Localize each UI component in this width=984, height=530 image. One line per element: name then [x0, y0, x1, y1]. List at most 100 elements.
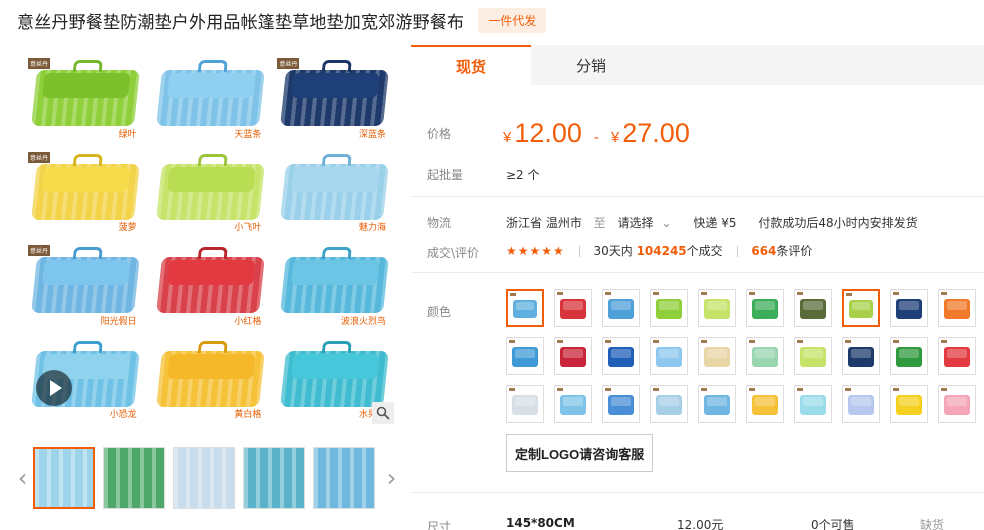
color-swatch[interactable] [554, 337, 592, 375]
color-swatch[interactable] [794, 289, 832, 327]
size-label: 尺寸 [427, 520, 452, 530]
thumbnail[interactable] [103, 447, 165, 509]
color-swatch[interactable] [842, 289, 880, 327]
dropship-badge[interactable]: 一件代发 [478, 7, 547, 33]
price-dash: - [593, 129, 599, 146]
variant-caption: 魅力海 [358, 223, 386, 233]
color-swatch[interactable] [650, 289, 688, 327]
color-swatch[interactable] [938, 289, 976, 327]
color-swatch[interactable] [746, 289, 784, 327]
mat-flap [42, 73, 132, 99]
tab-in-stock[interactable]: 现货 [411, 45, 531, 85]
mat-flap [166, 73, 256, 99]
color-swatch[interactable] [938, 385, 976, 423]
color-swatch[interactable] [506, 337, 544, 375]
mat-handle [197, 60, 228, 72]
swatch-mat-image [800, 347, 826, 367]
color-swatch[interactable] [842, 337, 880, 375]
color-swatch[interactable] [602, 289, 640, 327]
destination-select[interactable]: 请选择 ⌄ [618, 216, 672, 230]
variant-caption: 黄白格 [234, 410, 262, 420]
swatch-mat-image [512, 347, 538, 367]
offer-tabs: 现货 分销 [411, 45, 984, 85]
variant-collage-cell: 黄白格 [151, 337, 270, 425]
variant-caption: 小飞叶 [234, 223, 262, 233]
section-divider [411, 272, 984, 273]
swatch-mat-image [944, 347, 970, 367]
color-swatch[interactable] [698, 385, 736, 423]
color-swatch[interactable] [890, 385, 928, 423]
variant-collage: 意丝丹 绿叶 天蓝条 意丝丹 深蓝条 意丝丹 菠萝 小飞叶 魅力海 意丝丹 阳光假日 小红格 波浪火烈鸟… [22, 52, 398, 428]
mat-handle [72, 247, 103, 259]
color-swatch[interactable] [602, 337, 640, 375]
swatch-brand-tag [845, 388, 851, 391]
color-swatch[interactable] [746, 337, 784, 375]
swatch-brand-tag [509, 340, 515, 343]
star-rating-icon: ★★★★★ [506, 244, 565, 258]
swatch-mat-image [656, 347, 682, 367]
play-video-icon[interactable] [36, 370, 72, 406]
moq-label: 起批量 [427, 168, 464, 182]
review-count[interactable]: 664 [751, 244, 776, 258]
review-info: ★★★★★ 30天内 104245个成交 664条评价 [506, 242, 812, 259]
picnic-mat-image [31, 60, 140, 126]
swatch-mat-image [849, 300, 873, 318]
mat-flap [166, 260, 256, 286]
thumbnail[interactable] [173, 447, 235, 509]
custom-logo-button[interactable]: 定制LOGO请咨询客服 [506, 434, 654, 472]
mat-flap [42, 260, 132, 286]
color-swatch[interactable] [506, 385, 544, 423]
color-swatch[interactable] [506, 289, 544, 327]
swatch-mat-image [752, 395, 778, 415]
thumbnail[interactable] [33, 447, 95, 509]
color-swatch[interactable] [554, 385, 592, 423]
color-swatch[interactable] [602, 385, 640, 423]
swatch-brand-tag [893, 340, 899, 343]
variant-caption: 深蓝条 [358, 129, 386, 140]
price-low: 12.00 [514, 118, 582, 148]
thumbs-next-arrow-icon[interactable]: › [383, 464, 400, 492]
thumbnail-image [104, 448, 164, 508]
deal-count[interactable]: 104245 [637, 244, 687, 258]
color-swatch[interactable] [794, 385, 832, 423]
main-product-image[interactable]: 意丝丹 绿叶 天蓝条 意丝丹 深蓝条 意丝丹 菠萝 小飞叶 魅力海 意丝丹 阳光假日 小红格 波浪火烈鸟… [22, 52, 398, 428]
color-swatch[interactable] [698, 289, 736, 327]
thumbnail[interactable] [313, 447, 375, 509]
swatch-mat-image [752, 299, 778, 319]
color-swatch[interactable] [794, 337, 832, 375]
swatch-mat-image [608, 395, 634, 415]
swatch-mat-image [896, 347, 922, 367]
review-suffix: 条评价 [776, 244, 813, 258]
magnifier-icon[interactable] [372, 402, 394, 424]
color-swatch[interactable] [698, 337, 736, 375]
color-swatch[interactable] [890, 289, 928, 327]
swatch-mat-image [608, 347, 634, 367]
thumbs-prev-arrow-icon[interactable]: ‹ [14, 464, 31, 492]
color-swatch[interactable] [842, 385, 880, 423]
thumbnail[interactable] [243, 447, 305, 509]
size-price: 12.00元 [677, 518, 724, 530]
variant-collage-cell: 天蓝条 [151, 56, 270, 144]
color-swatch[interactable] [746, 385, 784, 423]
mat-flap [42, 166, 132, 192]
swatch-brand-tag [557, 292, 563, 295]
thumbnail-strip: ‹ › [14, 446, 400, 510]
picnic-mat-image [155, 60, 265, 126]
color-swatch[interactable] [890, 337, 928, 375]
color-swatch[interactable] [554, 289, 592, 327]
color-swatch[interactable] [938, 337, 976, 375]
swatch-mat-image [560, 299, 586, 319]
delivery-promise: 付款成功后48小时内安排发货 [758, 216, 918, 230]
mat-handle [72, 340, 103, 353]
mat-flap [166, 353, 256, 379]
swatch-brand-tag [605, 388, 611, 391]
swatch-mat-image [560, 395, 586, 415]
swatch-mat-image [704, 395, 730, 415]
swatch-brand-tag [605, 340, 611, 343]
price-high: 27.00 [622, 118, 690, 148]
color-swatch[interactable] [650, 337, 688, 375]
tab-distribution[interactable]: 分销 [531, 45, 651, 85]
swatch-mat-image [560, 347, 586, 367]
color-swatch[interactable] [650, 385, 688, 423]
swatch-brand-tag [797, 292, 803, 295]
